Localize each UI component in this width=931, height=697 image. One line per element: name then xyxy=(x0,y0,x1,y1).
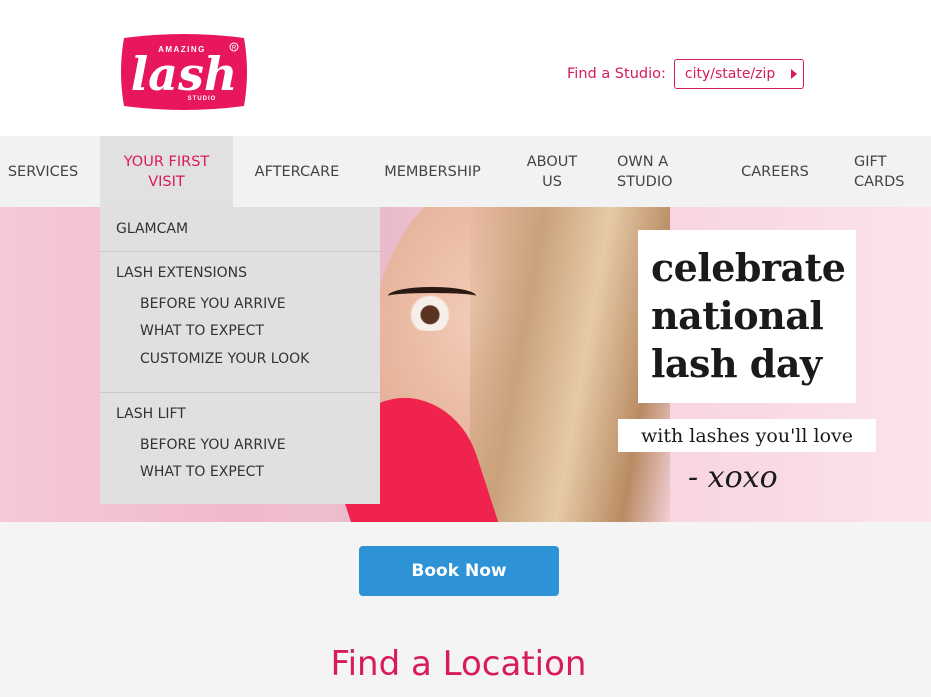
promo-signature: - xoxo xyxy=(688,460,778,495)
nav-item-membership[interactable]: MEMBERSHIP xyxy=(370,136,495,207)
nav-label: AFTERCARE xyxy=(254,163,340,180)
promo-title-box: celebrate national lash day xyxy=(638,230,856,403)
nav-label: MEMBERSHIP xyxy=(384,163,481,180)
dropdown-item-lash-extensions[interactable]: LASH EXTENSIONS xyxy=(116,265,247,281)
dropdown-subitem-customize-your-look[interactable]: CUSTOMIZE YOUR LOOK xyxy=(140,351,309,367)
dropdown-subitem-ext-what-to-expect[interactable]: WHAT TO EXPECT xyxy=(140,323,264,339)
dropdown-item-lash-lift[interactable]: LASH LIFT xyxy=(116,406,186,422)
nav-item-services[interactable]: SERVICES xyxy=(0,136,86,207)
nav-label: ABOUT US xyxy=(526,153,578,190)
nav-item-about-us[interactable]: ABOUT US xyxy=(512,136,592,207)
find-studio-label: Find a Studio: xyxy=(567,66,666,82)
studio-finder: Find a Studio: city/state/zip xyxy=(567,59,804,89)
nav-item-careers[interactable]: CAREERS xyxy=(728,136,822,207)
dropdown-subitem-lift-what-to-expect[interactable]: WHAT TO EXPECT xyxy=(140,464,264,480)
svg-text:R: R xyxy=(232,46,237,52)
nav-label: GIFT CARDS xyxy=(854,153,905,190)
dropdown-item-glamcam[interactable]: GLAMCAM xyxy=(116,221,188,237)
dropdown-subitem-ext-before-you-arrive[interactable]: BEFORE YOU ARRIVE xyxy=(140,296,286,312)
nav-label: YOUR FIRST VISIT xyxy=(123,153,210,190)
dropdown-divider xyxy=(100,392,380,393)
site-header: AMAZING lash STUDIO R Find a Studio: cit… xyxy=(0,0,931,136)
nav-item-your-first-visit[interactable]: YOUR FIRST VISIT xyxy=(100,136,233,207)
find-location-heading: Find a Location xyxy=(330,644,587,684)
studio-search-value: city/state/zip xyxy=(684,66,776,82)
first-visit-dropdown: GLAMCAM LASH EXTENSIONS BEFORE YOU ARRIV… xyxy=(100,207,380,504)
submit-arrow-icon[interactable] xyxy=(790,69,797,79)
nav-item-gift-cards[interactable]: GIFT CARDS xyxy=(848,136,918,207)
promo-title-line: lash day xyxy=(651,341,822,386)
hero-eye-image xyxy=(395,295,465,331)
studio-search-input[interactable]: city/state/zip xyxy=(673,59,804,89)
dropdown-subitem-lift-before-you-arrive[interactable]: BEFORE YOU ARRIVE xyxy=(140,437,286,453)
book-now-button[interactable]: Book Now xyxy=(359,546,559,596)
promo-title-line: national xyxy=(651,293,824,338)
svg-text:lash: lash xyxy=(131,47,238,101)
main-nav: SERVICES YOUR FIRST VISIT AFTERCARE MEMB… xyxy=(0,136,931,207)
dropdown-divider xyxy=(100,251,380,252)
promo-title-line: celebrate xyxy=(651,245,846,290)
nav-label: CAREERS xyxy=(741,163,809,180)
nav-item-own-a-studio[interactable]: OWN A STUDIO xyxy=(611,136,695,207)
promo-title: celebrate national lash day xyxy=(651,244,851,388)
nav-item-aftercare[interactable]: AFTERCARE xyxy=(244,136,350,207)
amazing-lash-logo[interactable]: AMAZING lash STUDIO R xyxy=(118,32,250,112)
svg-text:STUDIO: STUDIO xyxy=(188,96,217,102)
nav-label: SERVICES xyxy=(7,163,79,180)
nav-label: OWN A STUDIO xyxy=(617,153,673,190)
promo-subtitle: with lashes you'll love xyxy=(618,419,876,452)
